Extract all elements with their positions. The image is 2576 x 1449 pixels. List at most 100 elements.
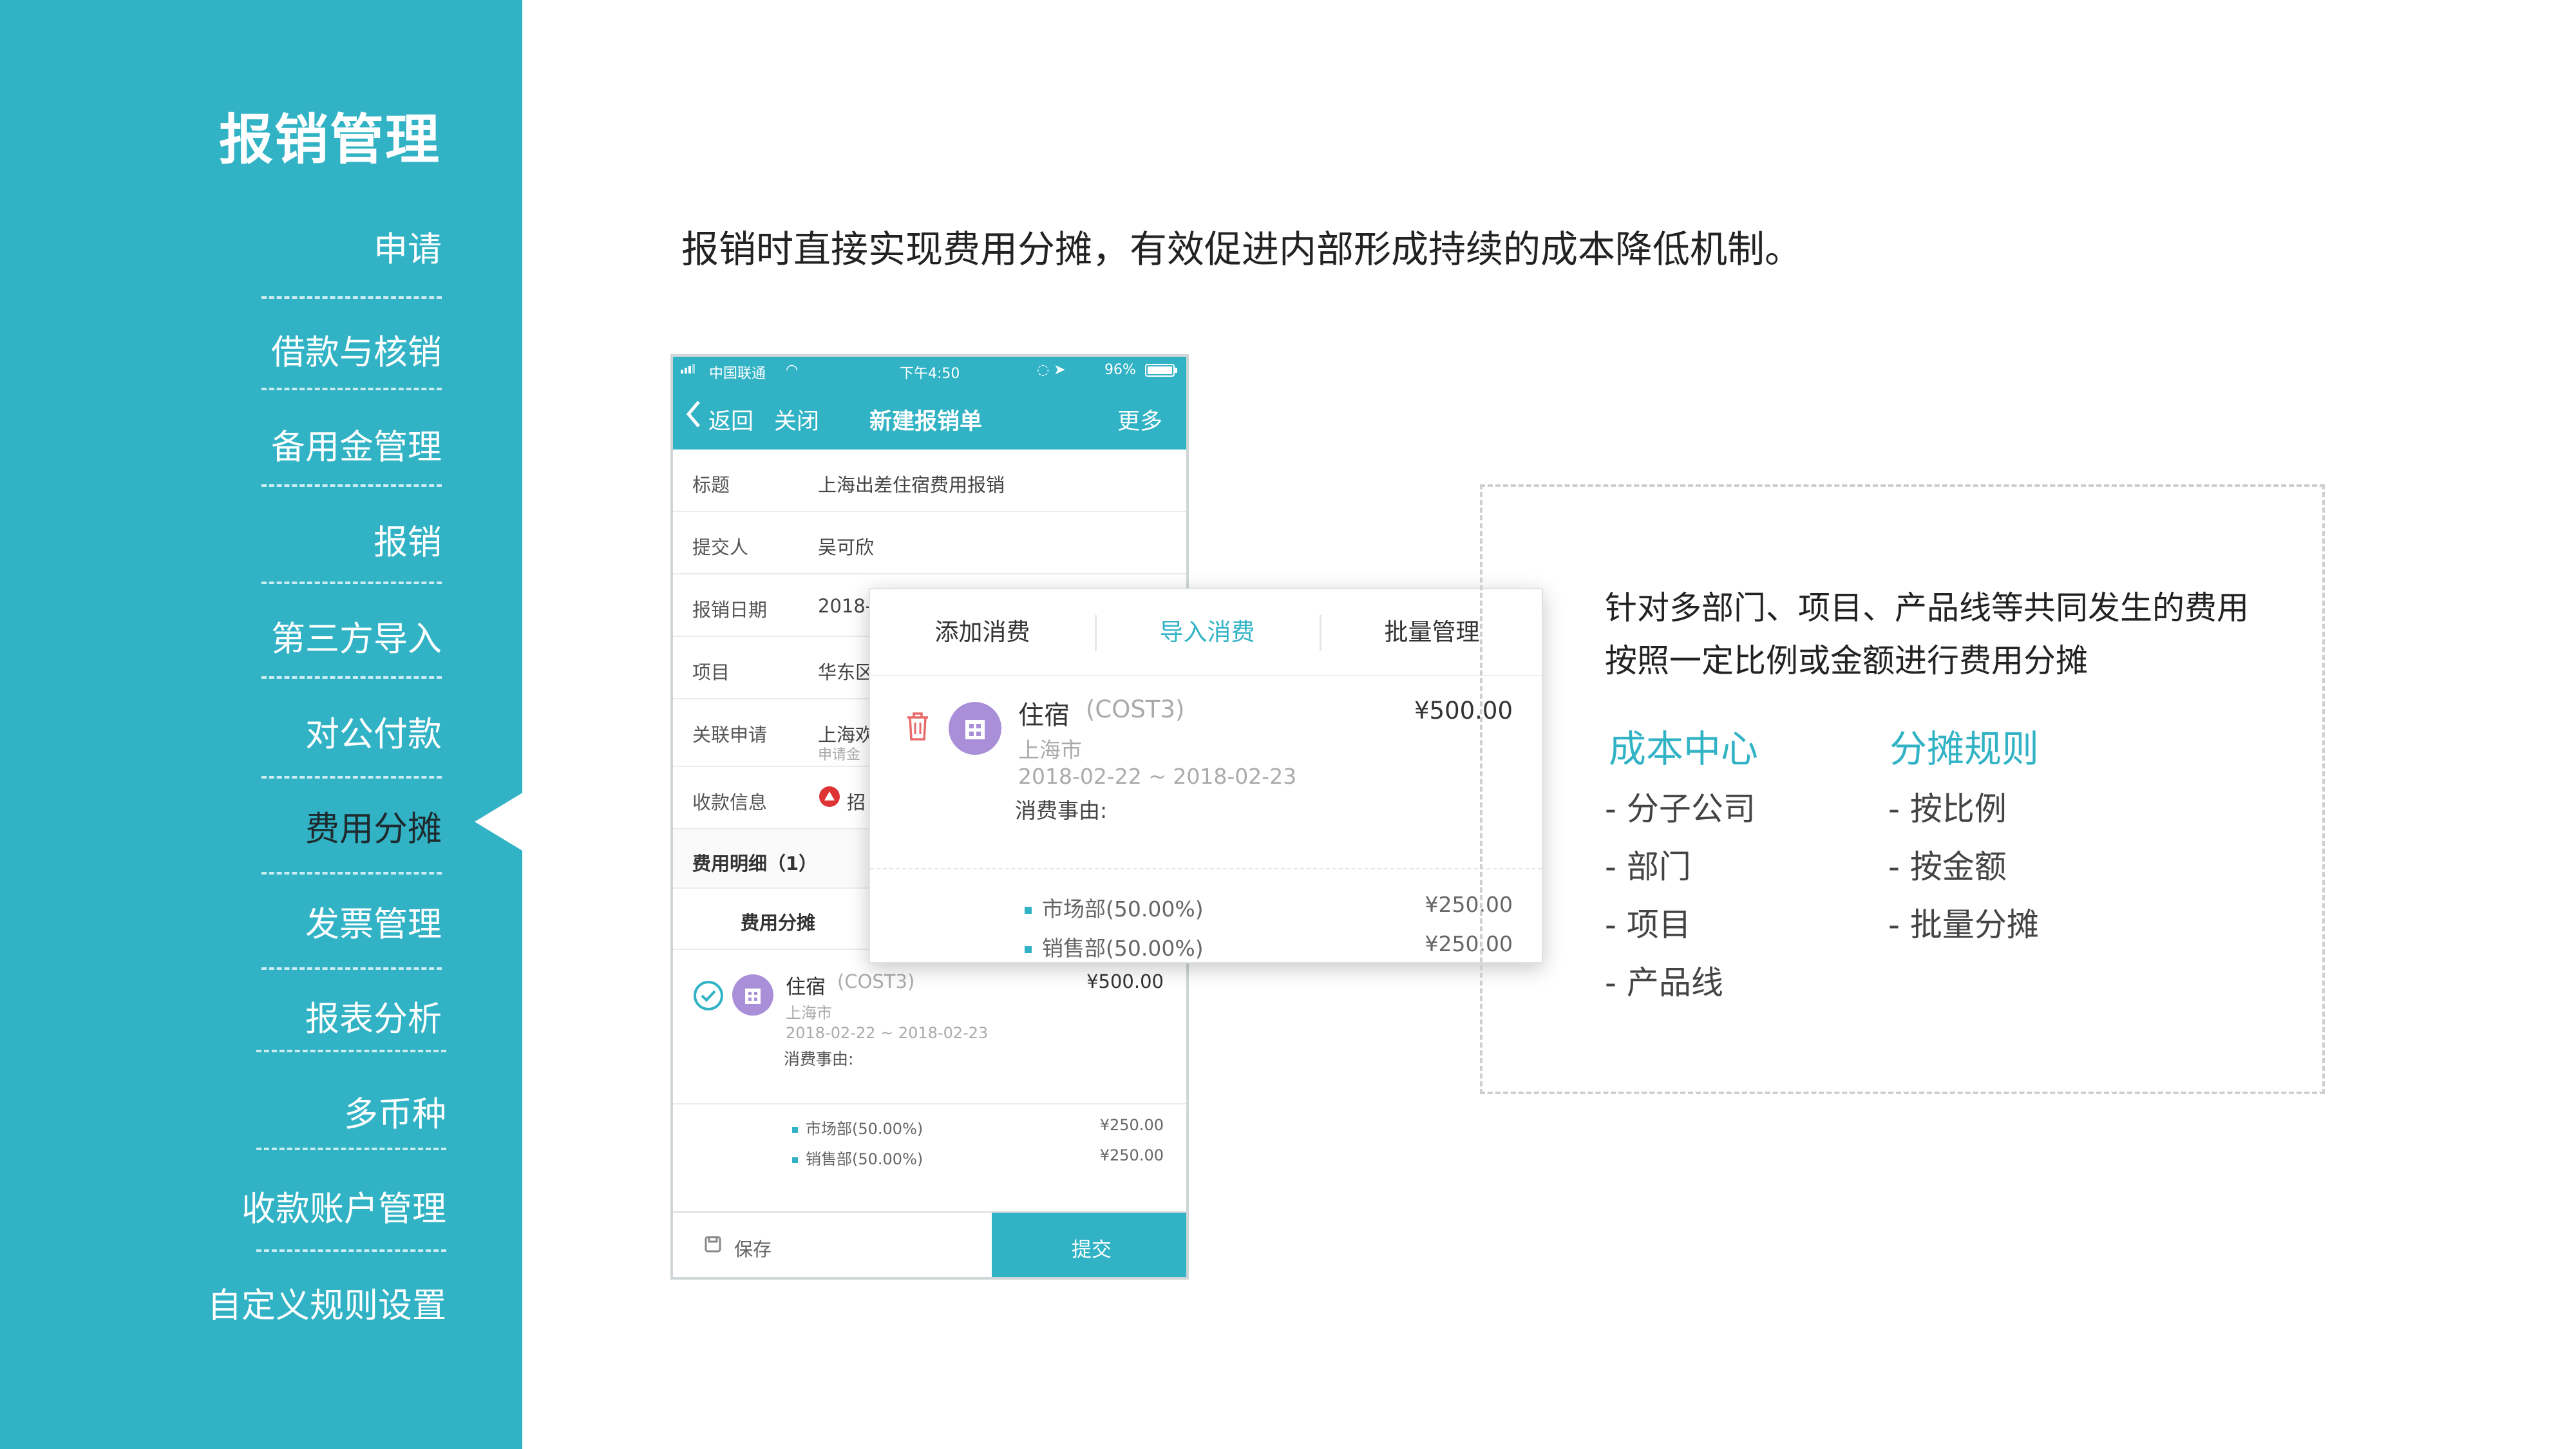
allocation-row: 市场部(50.00%) (792, 1116, 923, 1139)
expense-amount: ¥500.00 (1086, 971, 1164, 992)
sidebar-divider (261, 388, 442, 390)
allocation-row: 市场部(50.00%) (1025, 892, 1204, 923)
wifi-icon: ◠ (786, 362, 799, 378)
sidebar-item-loan[interactable]: 借款与核销 (271, 325, 442, 374)
sidebar-divider (256, 1148, 446, 1150)
info-box: 针对多部门、项目、产品线等共同发生的费用 按照一定比例或金额进行费用分摊 成本中… (1480, 484, 2325, 1094)
sidebar-divider (256, 1050, 446, 1052)
expense-dates: 2018-02-22 ~ 2018-02-23 (1018, 764, 1297, 789)
battery-icon (1145, 364, 1179, 381)
sidebar: 报销管理 申请 借款与核销 备用金管理 报销 第三方导入 对公付款 费用分摊 发… (0, 0, 524, 1449)
bank-logo-icon (818, 785, 841, 813)
sidebar-divider (261, 484, 442, 487)
popup-allocation-list: 市场部(50.00%) ¥250.00 销售部(50.00%) ¥250.00 (870, 869, 1542, 963)
field-label: 项目 (692, 661, 730, 683)
checked-icon[interactable] (694, 981, 723, 1010)
bullet-icon (1025, 907, 1032, 914)
field-label: 关联申请 (692, 724, 768, 746)
allocation-row: 销售部(50.00%) (1025, 931, 1204, 962)
location-icon: ◌ ➤ (1037, 362, 1066, 378)
active-indicator-arrow (475, 792, 524, 851)
status-bar: 中国联通 ◠ 下午4:50 ◌ ➤ 96% (673, 357, 1186, 384)
field-value: 吴可欣 (818, 536, 875, 558)
expense-city: 上海市 (786, 1004, 832, 1022)
sidebar-divider (261, 676, 442, 679)
sidebar-item-invoice[interactable]: 发票管理 (305, 897, 442, 946)
sidebar-title: 报销管理 (218, 108, 440, 171)
save-icon (704, 1235, 722, 1258)
sidebar-item-third-party-import[interactable]: 第三方导入 (271, 612, 442, 661)
popup-expense-item[interactable]: 住宿 (COST3) ¥500.00 上海市 2018-02-22 ~ 2018… (870, 676, 1542, 869)
expense-name: 住宿 (1018, 701, 1070, 730)
sidebar-divider (261, 776, 442, 779)
field-value: 上海出差住宿费用报销 (818, 474, 1005, 496)
expense-reason-label: 消费事由: (784, 1050, 854, 1068)
info-description-line: 按照一定比例或金额进行费用分摊 (1605, 642, 2088, 679)
field-label: 提交人 (692, 536, 749, 558)
chevron-left-icon[interactable] (685, 399, 703, 435)
sidebar-item-accounts[interactable]: 收款账户管理 (242, 1182, 446, 1231)
save-label: 保存 (734, 1238, 772, 1260)
sidebar-divider (261, 296, 442, 299)
allocation-amount: ¥250.00 (1099, 1116, 1164, 1134)
more-button[interactable]: 更多 (1117, 403, 1162, 436)
field-label: 标题 (692, 474, 730, 496)
sidebar-item-cost-allocation[interactable]: 费用分摊 (305, 802, 442, 851)
field-label: 报销日期 (692, 599, 768, 621)
sidebar-item-corporate-payment[interactable]: 对公付款 (305, 707, 442, 756)
bullet-icon (1025, 946, 1032, 953)
sidebar-item-reports[interactable]: 报表分析 (305, 992, 442, 1041)
field-subvalue: 申请金 (818, 747, 861, 763)
expense-item[interactable]: 住宿 (COST3) ¥500.00 上海市 2018-02-22 ~ 2018… (673, 950, 1186, 1104)
tab-add-expense[interactable]: 添加消费 (870, 589, 1095, 675)
popup-tabs: 添加消费 导入消费 批量管理 (870, 589, 1542, 676)
sidebar-item-petty-cash[interactable]: 备用金管理 (271, 420, 442, 469)
form-row-title[interactable]: 标题 上海出差住宿费用报销 (673, 450, 1186, 512)
back-button[interactable]: 返回 (708, 403, 753, 436)
save-button[interactable]: 保存 (673, 1213, 992, 1277)
expense-code: (COST3) (1086, 696, 1185, 723)
submit-button[interactable]: 提交 (992, 1213, 1186, 1277)
close-button[interactable]: 关闭 (774, 403, 819, 436)
sidebar-divider (261, 872, 442, 875)
field-value: 招 (847, 791, 866, 813)
sidebar-item-reimburse[interactable]: 报销 (374, 515, 442, 564)
allocation-dept: 销售部(50.00%) (1042, 936, 1204, 961)
tab-import-expense[interactable]: 导入消费 (1095, 589, 1320, 675)
expense-reason-label: 消费事由: (1015, 798, 1108, 823)
info-description-line: 针对多部门、项目、产品线等共同发生的费用 (1605, 589, 2249, 627)
cost-center-item: - 项目 (1605, 906, 1691, 943)
bullet-icon (792, 1126, 798, 1133)
signal-icon (681, 361, 706, 379)
hotel-icon (732, 974, 773, 1016)
time-label: 下午4:50 (900, 366, 960, 382)
allocation-amount: ¥250.00 (1099, 1146, 1164, 1164)
cost-center-heading: 成本中心 (1609, 727, 1759, 771)
allocation-rule-item: - 按比例 (1888, 790, 2007, 828)
bullet-icon (792, 1157, 798, 1163)
allocation-rules-heading: 分摊规则 (1889, 727, 2040, 771)
carrier-label: 中国联通 (709, 366, 766, 382)
battery-label: 96% (1104, 362, 1136, 378)
cost-center-item: - 分子公司 (1605, 790, 1756, 828)
expense-dates: 2018-02-22 ~ 2018-02-23 (786, 1024, 989, 1042)
sidebar-item-apply[interactable]: 申请 (374, 222, 442, 271)
nav-bar: 返回 关闭 新建报销单 更多 (673, 384, 1186, 450)
trash-icon[interactable] (904, 710, 932, 746)
submit-label: 提交 (1072, 1238, 1112, 1262)
expense-name: 住宿 (786, 976, 826, 999)
expense-popup: 添加消费 导入消费 批量管理 住宿 (COST3) ¥500.00 上海市 20… (869, 588, 1543, 963)
hotel-icon (949, 702, 1001, 755)
bottom-bar: 保存 提交 (673, 1211, 1186, 1277)
form-row-submitter[interactable]: 提交人 吴可欣 (673, 512, 1186, 574)
allocation-row: 销售部(50.00%) (792, 1146, 923, 1169)
sidebar-divider (261, 582, 442, 584)
nav-title: 新建报销单 (869, 409, 983, 435)
sidebar-divider (261, 967, 442, 970)
sidebar-item-custom-rules[interactable]: 自定义规则设置 (207, 1278, 446, 1327)
allocation-dept: 市场部(50.00%) (806, 1120, 923, 1138)
field-value: 华东区 (818, 661, 875, 683)
expense-city: 上海市 (1018, 737, 1082, 762)
sidebar-item-multi-currency[interactable]: 多币种 (344, 1087, 446, 1136)
cost-center-item: - 部门 (1605, 848, 1691, 886)
